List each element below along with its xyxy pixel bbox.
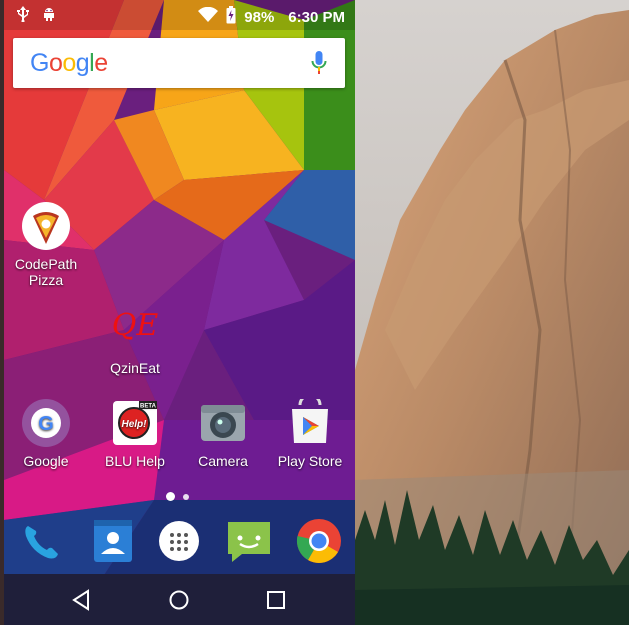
- qzineat-logo-icon: QE: [111, 308, 159, 343]
- app-label-qzineat: QzinEat: [110, 360, 160, 376]
- play-store-icon: [286, 393, 334, 447]
- app-label-codepath-pizza: CodePath Pizza: [14, 256, 78, 288]
- wifi-icon: [198, 6, 219, 27]
- app-label-blu-help: BLU Help: [105, 453, 165, 469]
- svg-text:BETA: BETA: [140, 404, 157, 410]
- battery-charging-icon: [226, 6, 236, 28]
- phone-icon[interactable]: [16, 516, 66, 566]
- app-codepath-pizza[interactable]: CodePath Pizza: [6, 202, 86, 288]
- recents-icon[interactable]: [264, 588, 288, 612]
- home-icon[interactable]: [167, 588, 191, 612]
- blu-help-icon: Help! BETA: [111, 399, 159, 447]
- app-label-google: Google: [23, 453, 69, 469]
- contacts-icon[interactable]: [88, 516, 138, 566]
- app-blu-help[interactable]: Help! BETA BLU Help: [95, 399, 175, 469]
- back-icon[interactable]: [70, 588, 94, 612]
- mic-icon[interactable]: [311, 50, 327, 81]
- app-label-play-store: Play Store: [277, 453, 343, 469]
- el-capitan-wallpaper: [355, 0, 629, 625]
- clock: 6:30 PM: [288, 8, 345, 26]
- camera-icon: [199, 399, 247, 447]
- chrome-icon[interactable]: [294, 516, 344, 566]
- app-qzineat[interactable]: QE QzinEat: [95, 306, 175, 376]
- battery-percent: 98%: [244, 8, 275, 26]
- android-debug-icon: [42, 6, 56, 26]
- dock: [4, 510, 355, 572]
- google-g-icon: G: [22, 399, 70, 447]
- app-google[interactable]: G Google: [6, 399, 86, 469]
- page-dot: [183, 493, 189, 500]
- svg-text:G: G: [38, 413, 54, 435]
- desktop-wallpaper: [355, 0, 629, 625]
- pizza-icon: [22, 202, 70, 250]
- app-camera[interactable]: Camera: [183, 399, 263, 469]
- page-dot-active: [166, 492, 175, 501]
- page-indicator: [166, 492, 189, 501]
- navigation-bar: [4, 574, 355, 625]
- google-search-bar[interactable]: Google: [13, 38, 345, 88]
- google-logo: Google: [30, 49, 108, 77]
- app-play-store[interactable]: Play Store: [270, 393, 350, 469]
- app-label-camera: Camera: [198, 453, 248, 469]
- svg-text:Help!: Help!: [122, 419, 148, 430]
- android-home-screen: 98% 6:30 PM Google CodePath Pizza QE Qzi…: [4, 0, 355, 625]
- app-drawer-icon[interactable]: [154, 516, 204, 566]
- usb-icon: [16, 6, 30, 26]
- messaging-icon[interactable]: [224, 516, 274, 566]
- status-bar: 98% 6:30 PM: [4, 0, 355, 30]
